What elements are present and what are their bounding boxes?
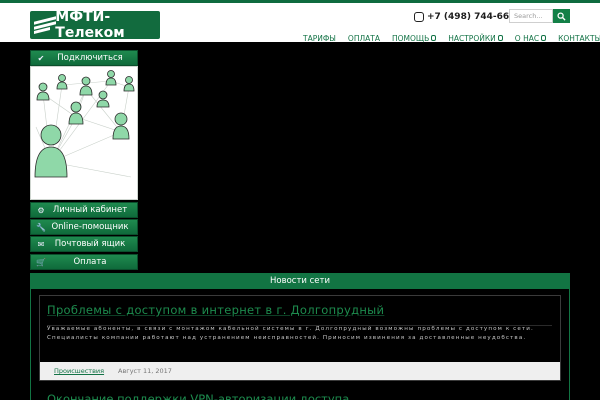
phone-contact: +7 (498) 744-6600 [414,9,522,25]
search-input[interactable]: Search... [509,9,553,23]
dropdown-icon [431,35,437,41]
page: МФТИ-Телеком +7 (498) 744-6600 Search...… [0,0,600,400]
mailbox-button[interactable]: ✉ Почтовый ящик [30,236,138,252]
article-title-link[interactable]: Окончание поддержки VPN-авторизации дост… [47,392,349,400]
payment-button[interactable]: 🛒 Оплата [30,254,138,270]
phone-icon [414,12,424,22]
logo-text: МФТИ-Телеком [55,9,125,41]
online-helper-button[interactable]: 🔧 Online-помощник [30,219,138,235]
personal-cabinet-button[interactable]: ⚙ Личный кабинет [30,202,138,218]
article-title-link[interactable]: Проблемы с доступом в интернет в г. Долг… [47,303,384,317]
main-nav: ТАРИФЫ ОПЛАТА ПОМОЩЬ НАСТРОЙКИ О НАС КОН… [297,33,600,43]
logo-mark-icon [30,11,56,39]
article-date: Август 11, 2017 [118,367,172,375]
news-heading: Новости сети [30,273,570,289]
nav-contacts[interactable]: КОНТАКТЫ [552,33,600,43]
phone-number: +7 (498) 744-6600 [427,12,522,22]
article-category-link[interactable]: Происшествия [54,362,104,380]
search-icon [557,11,566,21]
article-meta: Происшествия Август 11, 2017 [40,362,560,380]
gear-icon: ⚙ [37,205,45,215]
search-button[interactable] [553,9,570,23]
dropdown-icon [497,35,503,41]
dropdown-icon [541,35,547,41]
connect-button[interactable]: ✔ Подключиться [30,50,138,66]
nav-help[interactable]: ПОМОЩЬ [386,33,442,43]
cart-icon: 🛒 [36,257,46,267]
envelope-icon: ✉ [37,239,45,249]
nav-settings[interactable]: НАСТРОЙКИ [442,33,509,43]
network-illustration [30,66,138,200]
site-header: МФТИ-Телеком +7 (498) 744-6600 Search...… [0,3,600,43]
article-body: Уважаемые абоненты, в связи с монтажом к… [47,326,534,341]
nav-about[interactable]: О НАС [509,33,552,43]
site-logo[interactable]: МФТИ-Телеком [30,9,160,41]
wrench-icon: 🔧 [36,222,46,232]
nav-payment[interactable]: ОПЛАТА [342,33,386,43]
nav-tariffs[interactable]: ТАРИФЫ [297,33,342,43]
check-icon: ✔ [37,53,45,63]
